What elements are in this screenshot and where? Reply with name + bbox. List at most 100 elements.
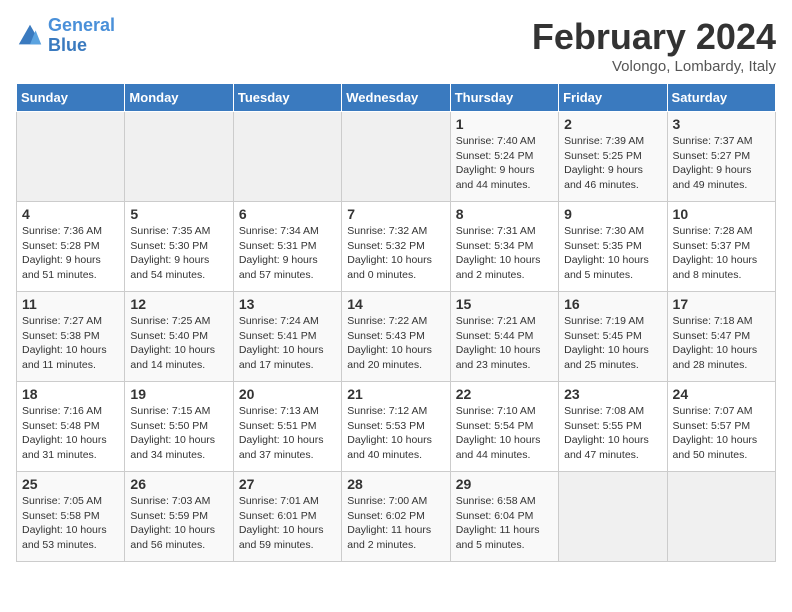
day-info: Sunrise: 7:03 AM Sunset: 5:59 PM Dayligh…: [130, 494, 227, 553]
calendar-cell: [667, 472, 775, 562]
day-number: 9: [564, 206, 661, 222]
column-header-saturday: Saturday: [667, 84, 775, 112]
calendar-cell: 23 Sunrise: 7:08 AM Sunset: 5:55 PM Dayli…: [559, 382, 667, 472]
day-number: 17: [673, 296, 770, 312]
column-header-tuesday: Tuesday: [233, 84, 341, 112]
day-number: 10: [673, 206, 770, 222]
day-info: Sunrise: 7:13 AM Sunset: 5:51 PM Dayligh…: [239, 404, 336, 463]
column-header-thursday: Thursday: [450, 84, 558, 112]
calendar-cell: 8 Sunrise: 7:31 AM Sunset: 5:34 PM Daylig…: [450, 202, 558, 292]
day-info: Sunrise: 7:12 AM Sunset: 5:53 PM Dayligh…: [347, 404, 444, 463]
calendar-cell: 25Sunrise: 7:05 AM Sunset: 5:58 PM Dayli…: [17, 472, 125, 562]
day-info: Sunrise: 7:10 AM Sunset: 5:54 PM Dayligh…: [456, 404, 553, 463]
day-info: Sunrise: 7:01 AM Sunset: 6:01 PM Dayligh…: [239, 494, 336, 553]
day-number: 19: [130, 386, 227, 402]
day-number: 18: [22, 386, 119, 402]
column-header-friday: Friday: [559, 84, 667, 112]
calendar-cell: 9 Sunrise: 7:30 AM Sunset: 5:35 PM Daylig…: [559, 202, 667, 292]
calendar-week-4: 18Sunrise: 7:16 AM Sunset: 5:48 PM Dayli…: [17, 382, 776, 472]
column-header-sunday: Sunday: [17, 84, 125, 112]
calendar-cell: 1 Sunrise: 7:40 AM Sunset: 5:24 PM Daylig…: [450, 112, 558, 202]
day-number: 1: [456, 116, 553, 132]
day-info: Sunrise: 7:31 AM Sunset: 5:34 PM Dayligh…: [456, 224, 553, 283]
day-info: Sunrise: 7:36 AM Sunset: 5:28 PM Dayligh…: [22, 224, 119, 283]
calendar-week-5: 25Sunrise: 7:05 AM Sunset: 5:58 PM Dayli…: [17, 472, 776, 562]
day-info: Sunrise: 7:39 AM Sunset: 5:25 PM Dayligh…: [564, 134, 661, 193]
day-number: 14: [347, 296, 444, 312]
calendar-cell: 6 Sunrise: 7:34 AM Sunset: 5:31 PM Daylig…: [233, 202, 341, 292]
calendar-cell: 14 Sunrise: 7:22 AM Sunset: 5:43 PM Dayli…: [342, 292, 450, 382]
day-number: 12: [130, 296, 227, 312]
calendar-cell: [559, 472, 667, 562]
day-number: 28: [347, 476, 444, 492]
day-info: Sunrise: 7:22 AM Sunset: 5:43 PM Dayligh…: [347, 314, 444, 373]
day-number: 6: [239, 206, 336, 222]
day-info: Sunrise: 7:35 AM Sunset: 5:30 PM Dayligh…: [130, 224, 227, 283]
calendar-week-3: 11Sunrise: 7:27 AM Sunset: 5:38 PM Dayli…: [17, 292, 776, 382]
day-number: 21: [347, 386, 444, 402]
day-info: Sunrise: 7:18 AM Sunset: 5:47 PM Dayligh…: [673, 314, 770, 373]
day-number: 8: [456, 206, 553, 222]
logo-text: General Blue: [48, 16, 115, 56]
calendar-cell: 29 Sunrise: 6:58 AM Sunset: 6:04 PM Dayli…: [450, 472, 558, 562]
day-number: 24: [673, 386, 770, 402]
day-header-row: SundayMondayTuesdayWednesdayThursdayFrid…: [17, 84, 776, 112]
day-info: Sunrise: 7:08 AM Sunset: 5:55 PM Dayligh…: [564, 404, 661, 463]
calendar-cell: 4 Sunrise: 7:36 AM Sunset: 5:28 PM Daylig…: [17, 202, 125, 292]
column-header-monday: Monday: [125, 84, 233, 112]
calendar-cell: 24 Sunrise: 7:07 AM Sunset: 5:57 PM Dayli…: [667, 382, 775, 472]
day-number: 27: [239, 476, 336, 492]
day-info: Sunrise: 7:05 AM Sunset: 5:58 PM Dayligh…: [22, 494, 119, 553]
calendar-cell: 18Sunrise: 7:16 AM Sunset: 5:48 PM Dayli…: [17, 382, 125, 472]
calendar-cell: 15 Sunrise: 7:21 AM Sunset: 5:44 PM Dayli…: [450, 292, 558, 382]
calendar-table: SundayMondayTuesdayWednesdayThursdayFrid…: [16, 83, 776, 562]
day-info: Sunrise: 7:07 AM Sunset: 5:57 PM Dayligh…: [673, 404, 770, 463]
location-subtitle: Volongo, Lombardy, Italy: [532, 58, 776, 75]
day-number: 5: [130, 206, 227, 222]
calendar-cell: 11Sunrise: 7:27 AM Sunset: 5:38 PM Dayli…: [17, 292, 125, 382]
calendar-week-1: 1 Sunrise: 7:40 AM Sunset: 5:24 PM Daylig…: [17, 112, 776, 202]
day-info: Sunrise: 7:32 AM Sunset: 5:32 PM Dayligh…: [347, 224, 444, 283]
day-info: Sunrise: 7:28 AM Sunset: 5:37 PM Dayligh…: [673, 224, 770, 283]
calendar-cell: 26 Sunrise: 7:03 AM Sunset: 5:59 PM Dayli…: [125, 472, 233, 562]
calendar-cell: 7 Sunrise: 7:32 AM Sunset: 5:32 PM Daylig…: [342, 202, 450, 292]
calendar-cell: 3 Sunrise: 7:37 AM Sunset: 5:27 PM Daylig…: [667, 112, 775, 202]
calendar-cell: 28Sunrise: 7:00 AM Sunset: 6:02 PM Dayli…: [342, 472, 450, 562]
logo-icon: [16, 22, 44, 50]
day-info: Sunrise: 7:30 AM Sunset: 5:35 PM Dayligh…: [564, 224, 661, 283]
day-number: 15: [456, 296, 553, 312]
calendar-cell: 12Sunrise: 7:25 AM Sunset: 5:40 PM Dayli…: [125, 292, 233, 382]
day-number: 4: [22, 206, 119, 222]
logo: General Blue: [16, 16, 115, 56]
day-number: 23: [564, 386, 661, 402]
day-info: Sunrise: 7:34 AM Sunset: 5:31 PM Dayligh…: [239, 224, 336, 283]
day-number: 22: [456, 386, 553, 402]
day-number: 29: [456, 476, 553, 492]
day-info: Sunrise: 7:21 AM Sunset: 5:44 PM Dayligh…: [456, 314, 553, 373]
day-number: 20: [239, 386, 336, 402]
day-number: 3: [673, 116, 770, 132]
calendar-cell: [17, 112, 125, 202]
day-number: 13: [239, 296, 336, 312]
day-number: 16: [564, 296, 661, 312]
day-info: Sunrise: 7:37 AM Sunset: 5:27 PM Dayligh…: [673, 134, 770, 193]
day-info: Sunrise: 6:58 AM Sunset: 6:04 PM Dayligh…: [456, 494, 553, 553]
calendar-cell: 22 Sunrise: 7:10 AM Sunset: 5:54 PM Dayli…: [450, 382, 558, 472]
day-number: 7: [347, 206, 444, 222]
calendar-cell: 2 Sunrise: 7:39 AM Sunset: 5:25 PM Daylig…: [559, 112, 667, 202]
calendar-cell: 21 Sunrise: 7:12 AM Sunset: 5:53 PM Dayli…: [342, 382, 450, 472]
day-info: Sunrise: 7:24 AM Sunset: 5:41 PM Dayligh…: [239, 314, 336, 373]
day-info: Sunrise: 7:27 AM Sunset: 5:38 PM Dayligh…: [22, 314, 119, 373]
calendar-cell: [233, 112, 341, 202]
day-info: Sunrise: 7:40 AM Sunset: 5:24 PM Dayligh…: [456, 134, 553, 193]
calendar-cell: 19 Sunrise: 7:15 AM Sunset: 5:50 PM Dayli…: [125, 382, 233, 472]
page-header: General Blue February 2024 Volongo, Lomb…: [16, 16, 776, 75]
calendar-cell: [342, 112, 450, 202]
calendar-cell: 20 Sunrise: 7:13 AM Sunset: 5:51 PM Dayli…: [233, 382, 341, 472]
calendar-cell: 17 Sunrise: 7:18 AM Sunset: 5:47 PM Dayli…: [667, 292, 775, 382]
day-number: 26: [130, 476, 227, 492]
day-info: Sunrise: 7:15 AM Sunset: 5:50 PM Dayligh…: [130, 404, 227, 463]
column-header-wednesday: Wednesday: [342, 84, 450, 112]
day-number: 2: [564, 116, 661, 132]
day-info: Sunrise: 7:19 AM Sunset: 5:45 PM Dayligh…: [564, 314, 661, 373]
